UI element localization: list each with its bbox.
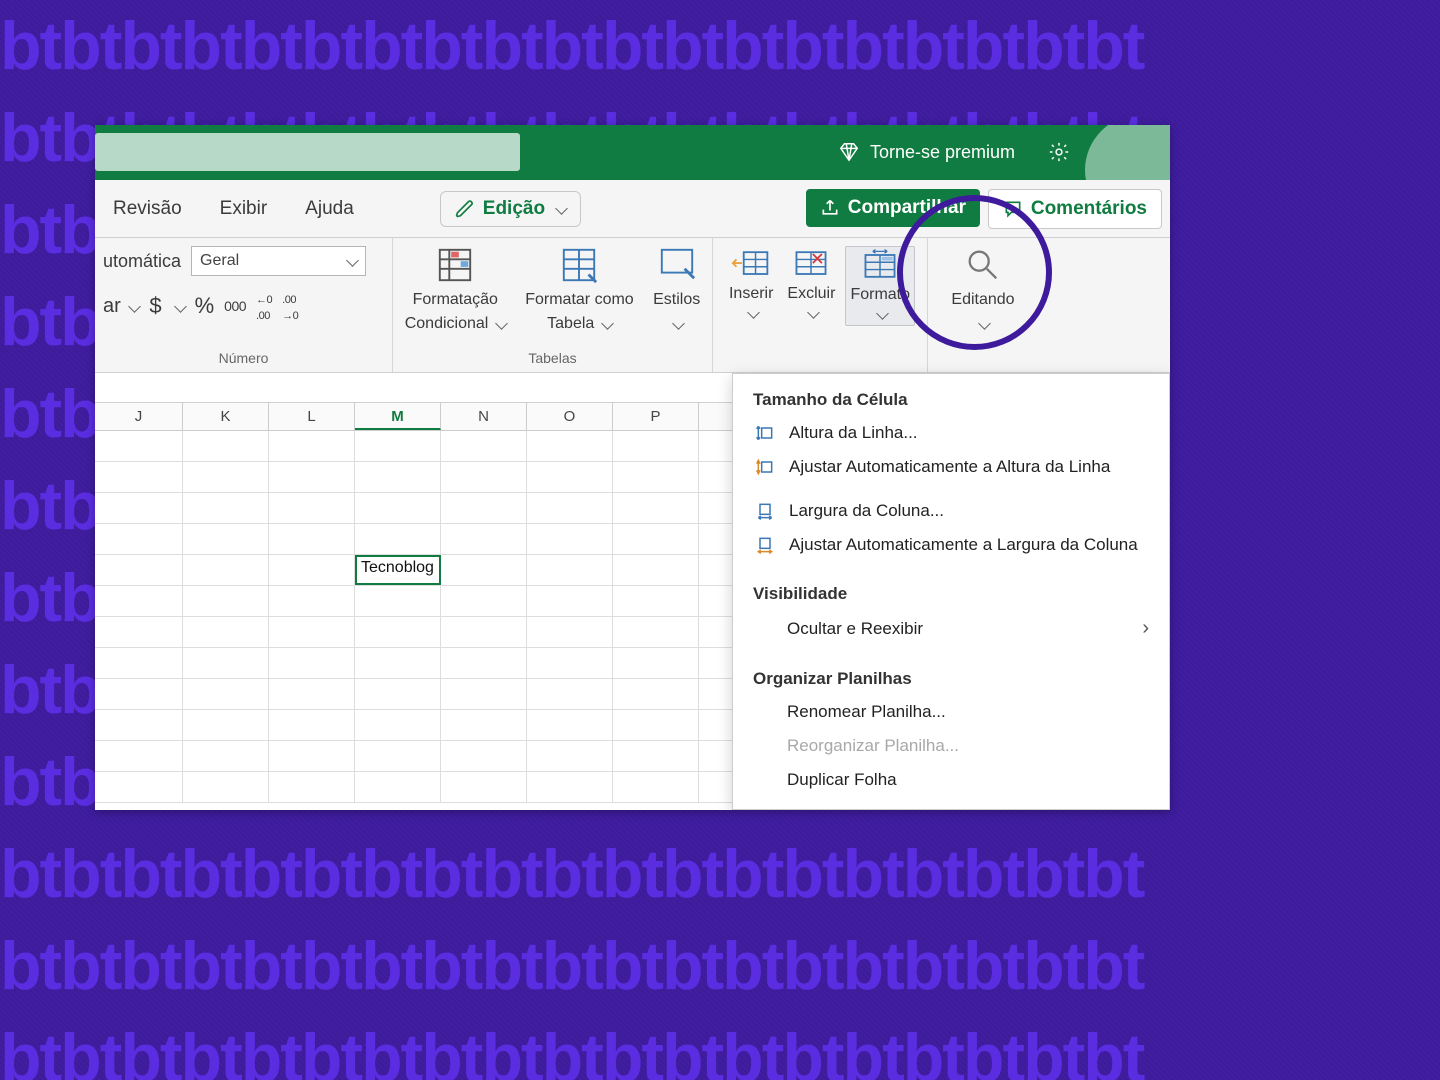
share-label: Compartilhar [848,197,966,219]
menu-rename-sheet[interactable]: Renomear Planilha... [733,695,1169,729]
col-width-icon [755,501,775,521]
ribbon: utomática Geral ar $ % 000 ←0.00 .00→0 [95,238,1170,373]
number-format-selector[interactable]: Geral [191,246,366,276]
col-J[interactable]: J [95,403,183,430]
format-cells-button[interactable]: Formato [845,246,915,326]
search-box[interactable] [95,133,520,171]
menu-section-visibility: Visibilidade [733,576,1169,610]
currency-button[interactable]: $ [149,293,161,319]
diamond-icon [838,141,860,163]
gear-icon[interactable] [1048,141,1070,163]
table-icon [560,246,598,284]
chevron-down-icon [745,303,758,322]
thousands-button[interactable]: 000 [224,298,246,314]
editing-mode-label: Edição [483,198,545,220]
chevron-right-icon: › [1142,617,1149,640]
menu-hide-unhide[interactable]: Ocultar e Reexibir › [733,610,1169,647]
menu-section-sheets: Organizar Planilhas [733,661,1169,695]
styles-icon [658,246,696,284]
delete-icon [791,248,831,280]
editing-mode-selector[interactable]: Edição [440,191,581,227]
format-as-table-button[interactable]: Formatar como Tabela [525,246,633,334]
cell-styles-button[interactable]: Estilos [653,246,700,334]
tab-view[interactable]: Exibir [210,192,278,226]
merge-fragment[interactable]: ar [103,295,139,318]
premium-label: Torne-se premium [870,142,1015,163]
ribbon-group-tables: Formatação Condicional Formatar como Tab… [393,238,713,372]
menu-column-width[interactable]: Largura da Coluna... [733,494,1169,528]
active-cell[interactable]: Tecnoblog [355,555,441,585]
conditional-formatting-button[interactable]: Formatação Condicional [405,246,506,334]
chevron-down-icon [805,303,818,322]
pencil-icon [455,199,475,219]
title-bar: Torne-se premium [95,125,1170,180]
tab-help[interactable]: Ajuda [295,192,364,226]
wrap-text-fragment[interactable]: utomática [103,251,181,272]
comment-icon [1003,199,1023,219]
ribbon-group-cells: Inserir Excluir [713,238,928,372]
menu-autofit-column-width[interactable]: Ajustar Automaticamente a Largura da Col… [733,528,1169,562]
menu-section-cell-size: Tamanho da Célula [733,382,1169,416]
chevron-down-icon [976,314,989,334]
comments-button[interactable]: Comentários [988,189,1162,229]
premium-button[interactable]: Torne-se premium [838,141,1015,163]
delete-cells-button[interactable]: Excluir [783,246,839,326]
menu-duplicate-sheet[interactable]: Duplicar Folha [733,763,1169,797]
chevron-down-icon [670,314,683,334]
share-button[interactable]: Compartilhar [806,189,980,227]
col-O[interactable]: O [527,403,613,430]
menu-row-height[interactable]: Altura da Linha... [733,416,1169,450]
search-icon [964,246,1002,284]
col-M[interactable]: M [355,403,441,430]
decrease-decimal-button[interactable]: .00→0 [282,290,298,322]
format-icon [860,249,900,281]
share-icon [820,198,840,218]
menu-reorganize-sheet: Reorganizar Planilha... [733,729,1169,763]
editing-button[interactable]: Editando [951,246,1014,334]
col-L[interactable]: L [269,403,355,430]
menu-autofit-row-height[interactable]: Ajustar Automaticamente a Altura da Linh… [733,450,1169,484]
ribbon-group-number: utomática Geral ar $ % 000 ←0.00 .00→0 [95,238,393,372]
col-P[interactable]: P [613,403,699,430]
tab-review[interactable]: Revisão [103,192,192,226]
row-height-icon [755,423,775,443]
col-K[interactable]: K [183,403,269,430]
group-label-tables: Tabelas [393,350,712,366]
insert-icon [731,248,771,280]
insert-cells-button[interactable]: Inserir [725,246,777,326]
increase-decimal-button[interactable]: ←0.00 [256,290,272,322]
group-label-number: Número [95,350,392,366]
chevron-down-icon [553,198,566,220]
ribbon-group-editing: Editando [928,238,1038,372]
format-dropdown-menu: Tamanho da Célula Altura da Linha... Aju… [732,373,1170,810]
percent-button[interactable]: % [195,293,215,319]
col-N[interactable]: N [441,403,527,430]
chevron-down-icon [344,252,357,270]
autofit-row-icon [755,457,775,477]
chevron-down-icon [874,304,887,323]
number-format-value: Geral [200,252,239,270]
cond-format-icon [436,246,474,284]
autofit-col-icon [755,535,775,555]
excel-window: Torne-se premium Revisão Exibir Ajuda Ed… [95,125,1170,810]
comments-label: Comentários [1031,198,1147,220]
ribbon-tabs: Revisão Exibir Ajuda Edição Compartilhar… [95,180,1170,238]
chevron-down-icon [172,295,185,318]
